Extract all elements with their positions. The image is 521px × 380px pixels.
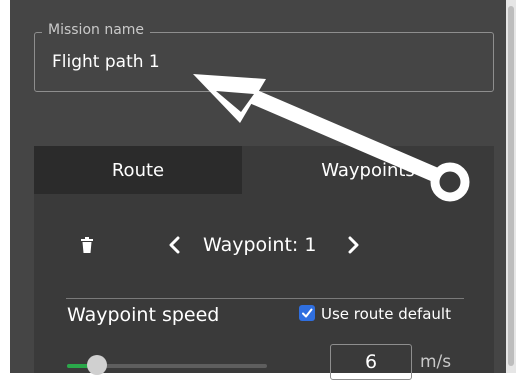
use-route-default-label[interactable]: Use route default	[321, 305, 451, 323]
tab-waypoints[interactable]: Waypoints	[242, 146, 494, 194]
mission-name-label: Mission name	[42, 21, 151, 39]
chevron-left-icon[interactable]	[168, 236, 182, 258]
scrollbar-thumb[interactable]	[508, 6, 514, 366]
waypoint-label: Waypoint: 1	[203, 234, 317, 256]
speed-input[interactable]: 6	[330, 344, 412, 380]
speed-slider-thumb[interactable]	[87, 355, 107, 375]
tab-route[interactable]: Route	[34, 146, 242, 194]
mission-name-value[interactable]: Flight path 1	[52, 52, 160, 72]
speed-unit-label: m/s	[420, 352, 452, 372]
waypoint-speed-label: Waypoint speed	[67, 304, 220, 326]
use-route-default-checkbox[interactable]	[299, 305, 315, 321]
trash-icon[interactable]	[80, 236, 94, 258]
chevron-right-icon[interactable]	[346, 236, 360, 258]
divider	[66, 298, 464, 299]
